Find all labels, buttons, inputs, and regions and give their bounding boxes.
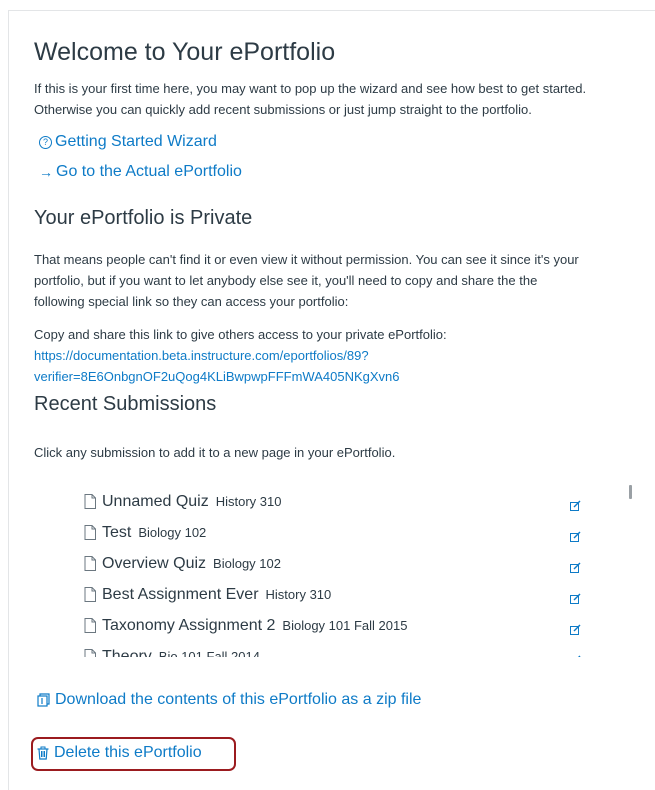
submission-item[interactable]: Overview Quiz Biology 102 [84,548,554,579]
submission-title: Unnamed Quiz [102,492,209,510]
edit-icon[interactable] [570,653,581,657]
edit-icon[interactable] [570,498,581,511]
eportfolio-panel: Welcome to Your ePortfolio If this is yo… [8,10,655,790]
welcome-intro: If this is your first time here, you may… [34,78,646,120]
delete-eportfolio-link[interactable]: Delete this ePortfolio [37,744,202,762]
submission-item[interactable]: Unnamed Quiz History 310 [84,486,554,517]
submission-course: History 310 [265,587,332,602]
submission-title: Best Assignment Ever [102,585,259,603]
document-icon [84,525,96,540]
edit-icon[interactable] [570,622,581,635]
submission-title: Taxonomy Assignment 2 [102,616,276,634]
document-icon [84,649,96,657]
private-text-line2: portfolio, but if you want to let anybod… [34,273,538,288]
share-url-line1[interactable]: https://documentation.beta.instructure.c… [34,348,369,363]
submissions-list[interactable]: Unnamed Quiz History 310 Test Biology 102 Ov… [84,482,641,657]
download-zip-label: Download the contents of this ePortfolio… [55,691,422,708]
getting-started-wizard-label: Getting Started Wizard [55,133,217,150]
go-to-eportfolio-link[interactable]: → Go to the Actual ePortfolio [39,163,242,181]
submission-course: Biology 101 Fall 2015 [282,618,408,633]
submission-title: Test [102,523,132,541]
private-text-line1: That means people can't find it or even … [34,252,579,267]
submission-title: Overview Quiz [102,554,207,572]
share-url-line2[interactable]: verifier=8E6OnbgnOF2uQog4KLiBwpwpFFFmWA4… [34,369,400,384]
go-to-eportfolio-label: Go to the Actual ePortfolio [56,163,242,180]
submission-course: Biology 102 [213,556,281,571]
edit-icon[interactable] [570,560,581,573]
share-link-label: Copy and share this link to give others … [34,327,447,342]
submission-item[interactable]: Test Biology 102 [84,517,554,548]
document-icon [84,556,96,571]
edit-icon[interactable] [570,529,581,542]
private-explanation: That means people can't find it or even … [34,249,646,312]
document-icon [84,618,96,633]
welcome-intro-line2: Otherwise you can quickly add recent sub… [34,102,532,117]
submission-item[interactable]: Best Assignment Ever History 310 [84,579,554,610]
help-circle-icon: ? [39,135,52,149]
welcome-intro-line1: If this is your first time here, you may… [34,81,587,96]
share-link-block: Copy and share this link to give others … [34,324,646,387]
trash-icon [37,746,49,760]
private-heading: Your ePortfolio is Private [34,207,253,229]
arrow-right-icon: → [39,164,53,180]
private-text-line3: following special link so they can acces… [34,294,349,309]
download-zip-icon [37,693,50,707]
submission-item[interactable]: Taxonomy Assignment 2 Biology 101 Fall 20… [84,610,554,641]
edit-icon[interactable] [570,591,581,604]
submissions-scrollbar[interactable] [629,485,632,499]
document-icon [84,587,96,602]
getting-started-wizard-link[interactable]: ? Getting Started Wizard [39,133,217,151]
submission-course: Biology 102 [138,525,207,540]
download-zip-link[interactable]: Download the contents of this ePortfolio… [37,691,421,709]
submission-item[interactable]: Theory Bio 101 Fall 2014 [84,641,554,657]
page-title: Welcome to Your ePortfolio [34,38,336,66]
delete-eportfolio-label: Delete this ePortfolio [54,744,202,761]
submission-course: History 310 [215,494,282,509]
recent-submissions-heading: Recent Submissions [34,393,217,415]
recent-submissions-instruction: Click any submission to add it to a new … [34,445,396,460]
submission-course: Bio 101 Fall 2014 [158,649,260,657]
submission-title: Theory [102,647,152,658]
document-icon [84,494,96,509]
